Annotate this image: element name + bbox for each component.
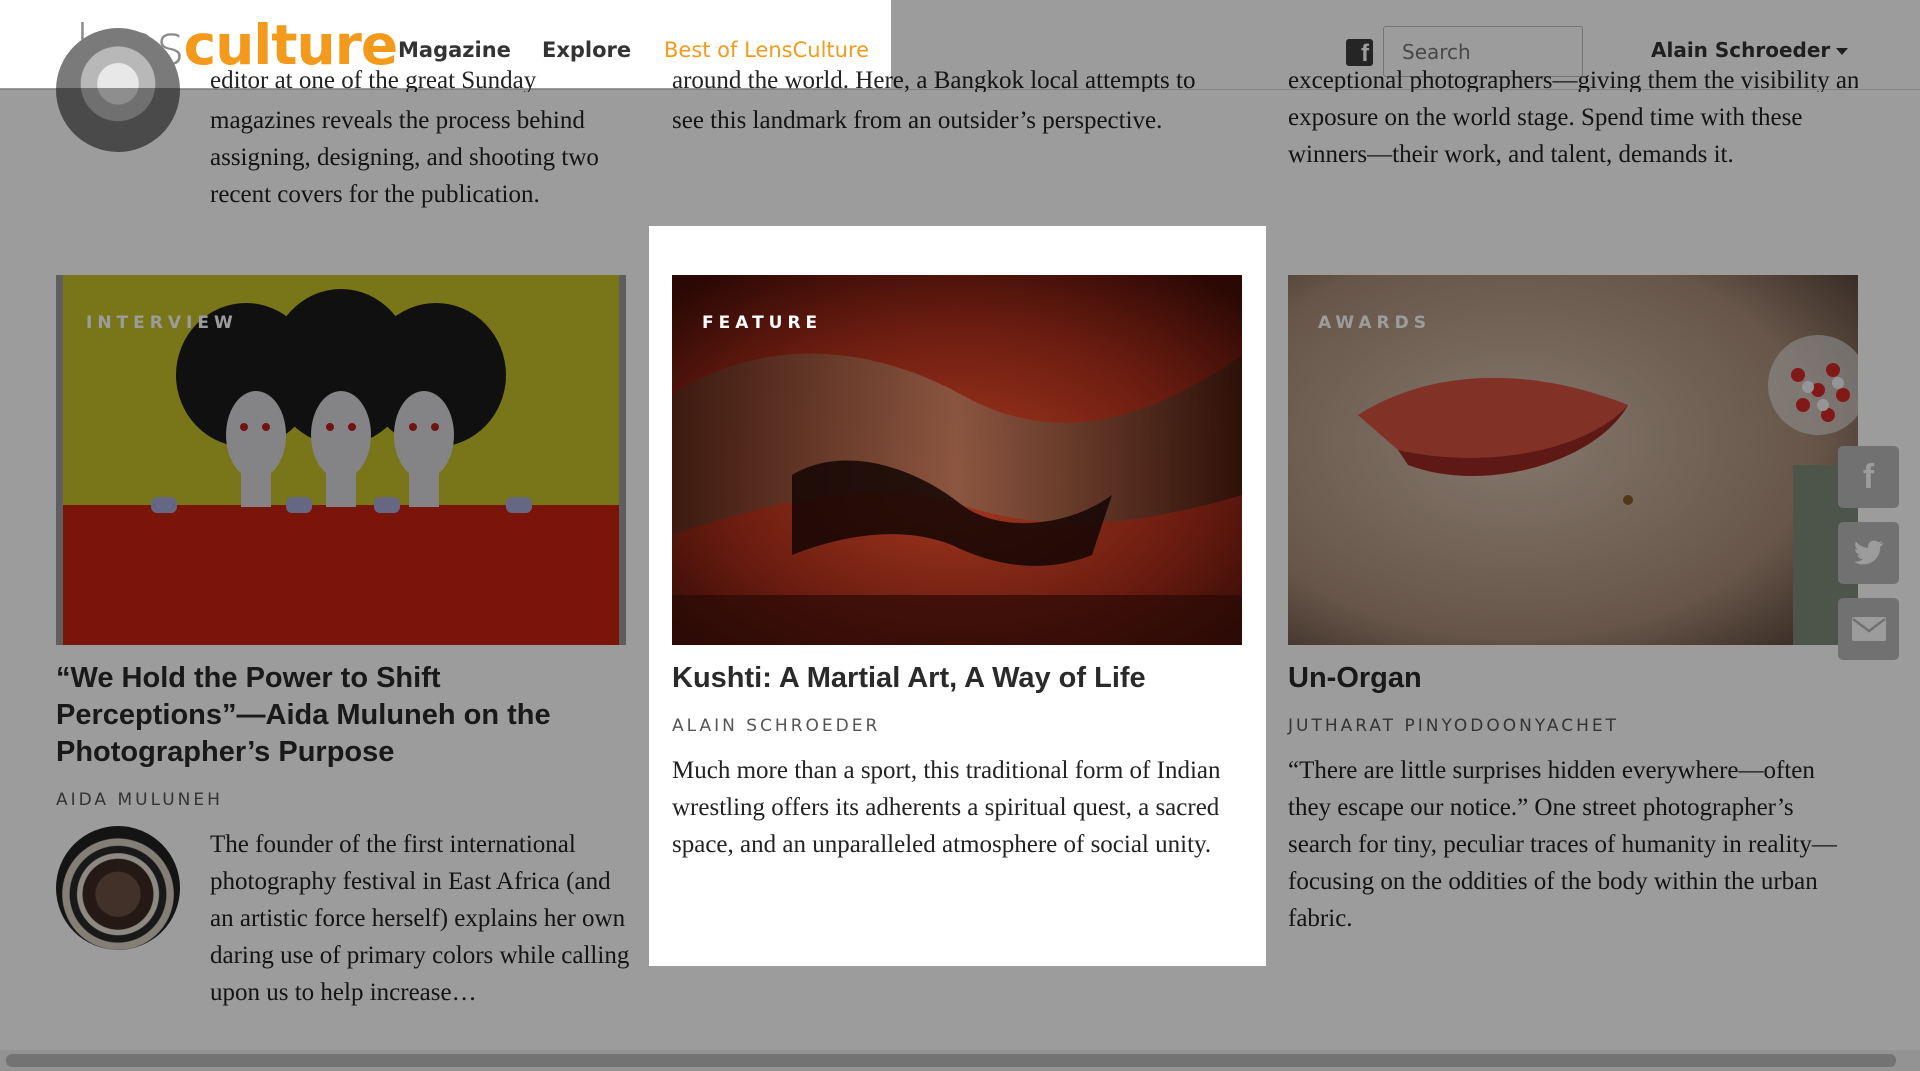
top-middle-description: see this landmark from an outsider’s per… [672, 107, 1163, 134]
share-email-button[interactable] [1838, 598, 1899, 660]
author-avatar[interactable] [56, 826, 180, 950]
thumbnail-tag: INTERVIEW [86, 313, 238, 333]
card-description: Much more than a sport, this traditional… [672, 757, 1221, 858]
scrollbar-thumb[interactable] [6, 1054, 1896, 1067]
top-right-cut-line: exceptional photographers—giving them th… [1288, 67, 1858, 92]
feature-thumbnail[interactable]: FEATURE [672, 275, 1242, 645]
card-title[interactable]: Kushti: A Martial Art, A Way of Life [672, 660, 1242, 697]
top-right-description: exposure on the world stage. Spend time … [1288, 104, 1803, 168]
nav-best-of-lensculture[interactable]: Best of LensCulture [664, 38, 869, 62]
card-author[interactable]: AIDA MULUNEH [56, 790, 223, 810]
share-facebook-button[interactable]: f [1838, 446, 1899, 508]
thumbnail-tag: FEATURE [702, 313, 823, 333]
author-avatar[interactable] [56, 28, 180, 152]
card-author[interactable]: ALAIN SCHROEDER [672, 716, 880, 736]
top-left-description: magazines reveals the process behind ass… [210, 107, 599, 208]
card-title[interactable]: “We Hold the Power to Shift Perceptions”… [56, 660, 616, 771]
user-menu[interactable]: Alain Schroeder [1651, 38, 1849, 62]
card-title[interactable]: Un-Organ [1288, 660, 1858, 697]
caret-down-icon [1836, 48, 1849, 55]
page: lensculture Magazine Explore Best of Len… [0, 0, 1920, 1071]
nav-magazine[interactable]: Magazine [398, 38, 511, 62]
card-description: “There are little surprises hidden every… [1288, 757, 1837, 932]
share-twitter-button[interactable] [1838, 522, 1899, 584]
card-author[interactable]: JUTHARAT PINYODOONYACHET [1288, 716, 1619, 736]
email-icon [1851, 617, 1886, 641]
interview-thumbnail[interactable]: INTERVIEW [56, 275, 626, 645]
card-description: The founder of the first international p… [210, 831, 630, 1006]
twitter-icon [1853, 540, 1883, 565]
thumbnail-tag: AWARDS [1318, 313, 1431, 333]
top-left-cut-line: editor at one of the great Sunday [210, 67, 537, 92]
facebook-icon: f [1862, 458, 1875, 496]
top-middle-cut-line: around the world. Here, a Bangkok local … [672, 67, 1196, 92]
nav-explore[interactable]: Explore [542, 38, 631, 62]
awards-thumbnail[interactable]: AWARDS [1288, 275, 1858, 645]
